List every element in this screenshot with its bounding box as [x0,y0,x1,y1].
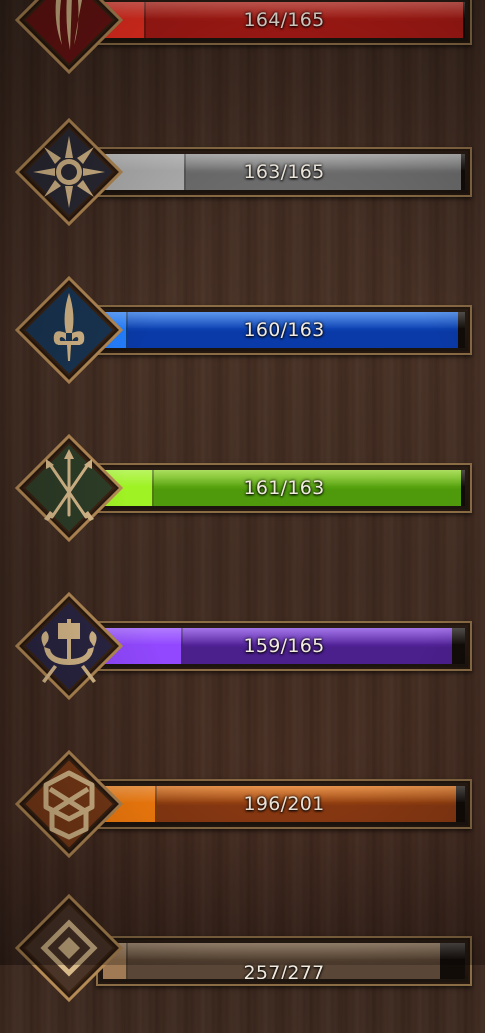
progress-bar-green: 161/163 [96,463,472,513]
fleur-de-lis-icon[interactable] [14,275,124,385]
three-claws-icon[interactable] [14,0,124,75]
progress-value-blue: 160/163 [243,319,325,341]
crossed-arrows-icon[interactable] [14,433,124,543]
knot-shield-icon[interactable] [14,749,124,859]
progress-bar-orange: 196/201 [96,779,472,829]
skill-line-purple[interactable]: 159/165 [0,578,485,718]
longship-icon[interactable] [14,591,124,701]
progress-bar-red: 164/165 [96,0,472,45]
skill-line-blue[interactable]: 160/163 [0,262,485,402]
progress-bar-tan: 257/277 [96,936,472,986]
progress-bar-blue: 160/163 [96,305,472,355]
skill-line-grey[interactable]: 163/165 [0,105,485,245]
skill-line-orange[interactable]: 196/201 [0,736,485,876]
progress-value-green: 161/163 [243,477,325,499]
progress-bar-grey: 163/165 [96,147,472,197]
sun-icon[interactable] [14,117,124,227]
progress-bar-purple: 159/165 [96,621,472,671]
skill-line-red[interactable]: 164/165 [0,0,485,75]
skill-line-green[interactable]: 161/163 [0,420,485,560]
progress-value-tan: 257/277 [243,962,325,979]
skill-line-tan[interactable]: 257/277 [0,893,485,1033]
progress-value-purple: 159/165 [243,635,325,657]
progress-value-grey: 163/165 [243,161,325,183]
diamond-rune-icon[interactable] [14,893,124,1003]
progress-value-orange: 196/201 [243,793,325,815]
progress-value-red: 164/165 [243,9,325,31]
